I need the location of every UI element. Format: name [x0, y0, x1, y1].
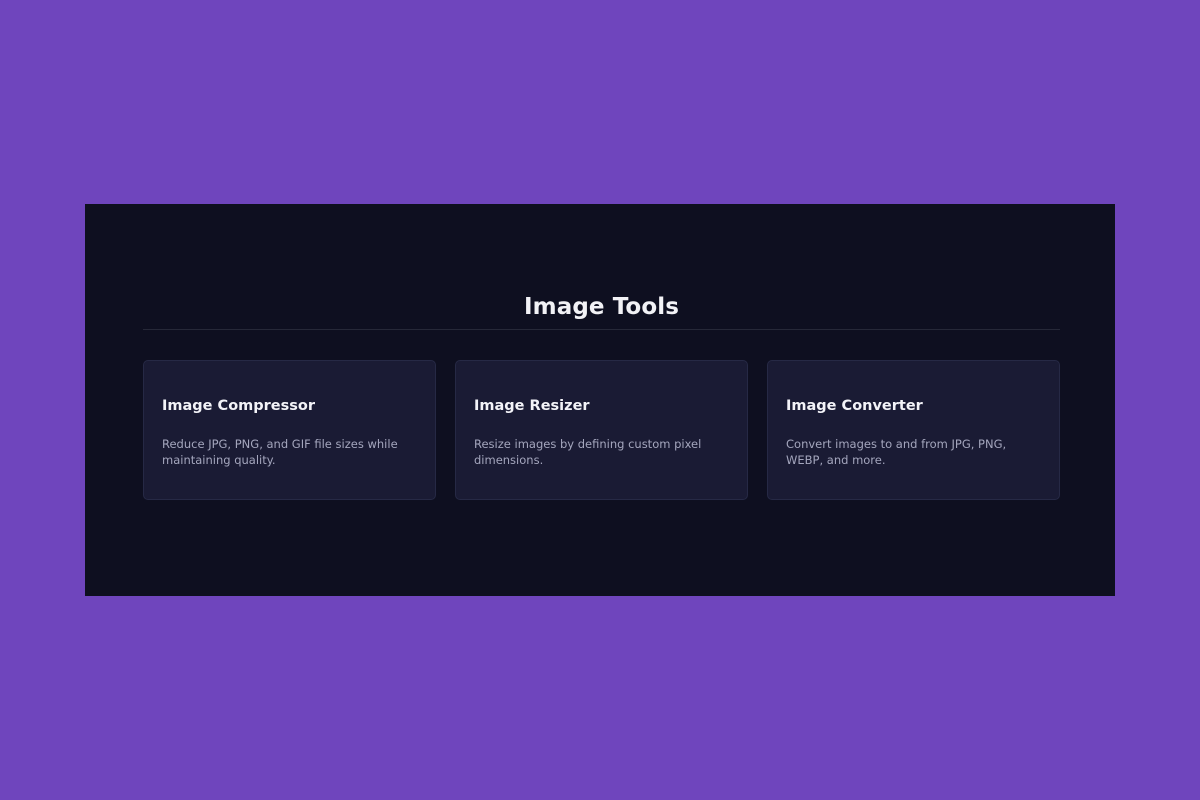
card-description: Reduce JPG, PNG, and GIF file sizes whil…: [162, 437, 398, 467]
card-title: Image Resizer: [474, 398, 590, 414]
image-converter-card[interactable]: Image Converter Convert images to and fr…: [767, 360, 1060, 500]
card-description: Resize images by defining custom pixel d…: [474, 437, 702, 467]
tools-panel: Image Tools Image Compressor Reduce JPG,…: [85, 204, 1115, 596]
section-title: Image Tools: [523, 294, 680, 320]
card-title: Image Converter: [786, 398, 923, 414]
tool-card-list: Image Compressor Reduce JPG, PNG, and GI…: [143, 360, 1060, 500]
image-resizer-card[interactable]: Image Resizer Resize images by defining …: [455, 360, 748, 500]
card-title: Image Compressor: [162, 398, 316, 414]
title-divider: [143, 329, 1060, 330]
image-compressor-card[interactable]: Image Compressor Reduce JPG, PNG, and GI…: [143, 360, 436, 500]
card-description: Convert images to and from JPG, PNG, WEB…: [786, 437, 1007, 467]
